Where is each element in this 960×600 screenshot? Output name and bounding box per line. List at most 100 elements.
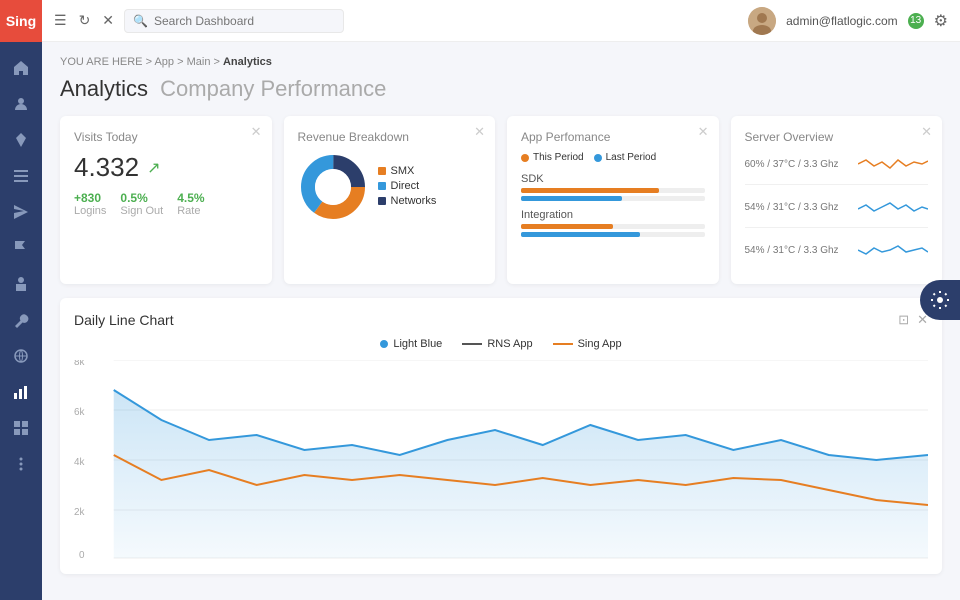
admin-email: admin@flatlogic.com (786, 14, 898, 28)
breadcrumb-start: YOU ARE HERE (60, 56, 143, 68)
server-info-3: 54% / 31°C / 3.3 Ghz (745, 245, 851, 256)
breadcrumb-main[interactable]: Main (187, 56, 211, 68)
server-item-2: 54% / 31°C / 3.3 Ghz (745, 195, 929, 228)
page-title-sub: Company Performance (160, 76, 386, 101)
visits-card: ✕ Visits Today 4.332 ↗ +830 Logins 0.5% … (60, 116, 272, 284)
rate-label: Rate (177, 205, 204, 217)
close-icon[interactable]: ✕ (102, 12, 114, 29)
revenue-close-icon[interactable]: ✕ (474, 124, 485, 140)
perf-this-period: This Period (521, 152, 584, 163)
sdk-bar-last (521, 196, 622, 201)
chart-minimize-icon[interactable]: ⊡ (898, 312, 909, 328)
perf-sdk: SDK (521, 173, 705, 201)
server-card: ✕ Server Overview 60% / 37°C / 3.3 Ghz 5… (731, 116, 943, 284)
sdk-label: SDK (521, 173, 705, 185)
integration-label: Integration (521, 209, 705, 221)
legend-line-sing (553, 343, 573, 345)
page-title: Analytics Company Performance (60, 76, 942, 102)
chart-title: Daily Line Chart (74, 312, 174, 328)
hamburger-icon[interactable]: ☰ (54, 12, 67, 29)
sidebar-item-person[interactable] (0, 266, 42, 302)
refresh-icon[interactable]: ↻ (79, 12, 91, 29)
legend-direct: Direct (378, 180, 437, 192)
perf-last-period: Last Period (594, 152, 657, 163)
search-input[interactable] (154, 14, 335, 28)
breadcrumb-sep2: > (177, 56, 186, 68)
sidebar-item-more[interactable] (0, 446, 42, 482)
chart-legend: Light Blue RNS App Sing App (74, 338, 928, 350)
legend-sing-app: Sing App (553, 338, 622, 350)
legend-label-smx: SMX (391, 165, 415, 177)
revenue-title: Revenue Breakdown (298, 130, 482, 144)
perf-periods: This Period Last Period (521, 152, 705, 163)
server-title: Server Overview (745, 130, 929, 144)
sidebar-item-grid[interactable] (0, 410, 42, 446)
chart-title-prefix: Daily (74, 312, 105, 328)
rate-value: 4.5% (177, 191, 204, 205)
page-title-main: Analytics (60, 76, 148, 101)
last-period-dot (594, 154, 602, 162)
main-area: ☰ ↻ ✕ 🔍 admin@flatlogic.com 13 ⚙ YOU AR (42, 0, 960, 600)
perf-close-icon[interactable]: ✕ (698, 124, 709, 140)
visits-value: 4.332 ↗ (74, 152, 258, 183)
server-close-icon[interactable]: ✕ (921, 124, 932, 140)
sidebar-item-globe[interactable] (0, 338, 42, 374)
app-logo: Sing (0, 0, 42, 42)
sidebar-item-chart[interactable] (0, 374, 42, 410)
svg-text:4k: 4k (74, 457, 84, 468)
revenue-card: ✕ Revenue Breakdown SM (284, 116, 496, 284)
visits-close-icon[interactable]: ✕ (251, 124, 262, 140)
sidebar-item-tools[interactable] (0, 302, 42, 338)
visits-title: Visits Today (74, 130, 258, 144)
server-item-3: 54% / 31°C / 3.3 Ghz (745, 238, 929, 270)
legend-rns-app: RNS App (462, 338, 532, 350)
server-info-2: 54% / 31°C / 3.3 Ghz (745, 202, 851, 213)
visits-stat-rate: 4.5% Rate (177, 191, 204, 217)
search-box: 🔍 (124, 9, 344, 33)
server-sparkline-3 (858, 238, 928, 262)
legend-light-blue: Light Blue (380, 338, 442, 350)
search-icon: 🔍 (133, 14, 148, 28)
visits-arrow-icon: ↗ (147, 158, 160, 178)
breadcrumb-sep3: > (214, 56, 223, 68)
chart-title-main: Line Chart (109, 312, 174, 328)
breadcrumb: YOU ARE HERE > App > Main > Analytics (60, 56, 942, 68)
fab-settings[interactable] (920, 280, 960, 320)
server-sparkline-1 (858, 152, 928, 176)
settings-icon[interactable]: ⚙ (934, 11, 948, 31)
sidebar-item-bars[interactable] (0, 158, 42, 194)
line-chart-card: Daily Line Chart ⊡ ✕ Light Blue RNS App (60, 298, 942, 574)
sidebar-item-diamond[interactable] (0, 122, 42, 158)
visits-stats: +830 Logins 0.5% Sign Out 4.5% Rate (74, 191, 258, 217)
line-chart-svg: 8k 6k 4k 2k 0 (74, 360, 928, 560)
sdk-bar-last-bg (521, 196, 705, 201)
revenue-content: SMX Direct Networks (298, 152, 482, 222)
signout-value: 0.5% (120, 191, 163, 205)
topbar-right: admin@flatlogic.com 13 ⚙ (748, 7, 948, 35)
sidebar-item-send[interactable] (0, 194, 42, 230)
perf-title: App Perfomance (521, 130, 705, 144)
svg-text:2k: 2k (74, 507, 84, 518)
legend-dot-smx (378, 167, 386, 175)
notification-badge[interactable]: 13 (908, 13, 924, 29)
cards-row: ✕ Visits Today 4.332 ↗ +830 Logins 0.5% … (60, 116, 942, 284)
server-info-1: 60% / 37°C / 3.3 Ghz (745, 159, 851, 170)
topbar-nav-icons: ☰ ↻ ✕ (54, 12, 114, 29)
sidebar-item-flag[interactable] (0, 230, 42, 266)
legend-networks: Networks (378, 195, 437, 207)
legend-smx: SMX (378, 165, 437, 177)
visits-stat-signout: 0.5% Sign Out (120, 191, 163, 217)
sidebar-item-home[interactable] (0, 50, 42, 86)
logins-value: +830 (74, 191, 106, 205)
visits-stat-logins: +830 Logins (74, 191, 106, 217)
legend-label-sing: Sing App (578, 338, 622, 350)
chart-controls: ⊡ ✕ (898, 312, 928, 328)
legend-circle-lightblue (380, 340, 388, 348)
sidebar-item-users[interactable] (0, 86, 42, 122)
legend-label-rns: RNS App (487, 338, 532, 350)
logins-label: Logins (74, 205, 106, 217)
legend-label-lightblue: Light Blue (393, 338, 442, 350)
svg-text:6k: 6k (74, 407, 84, 418)
breadcrumb-app[interactable]: App (154, 56, 174, 68)
last-period-label: Last Period (606, 152, 657, 163)
